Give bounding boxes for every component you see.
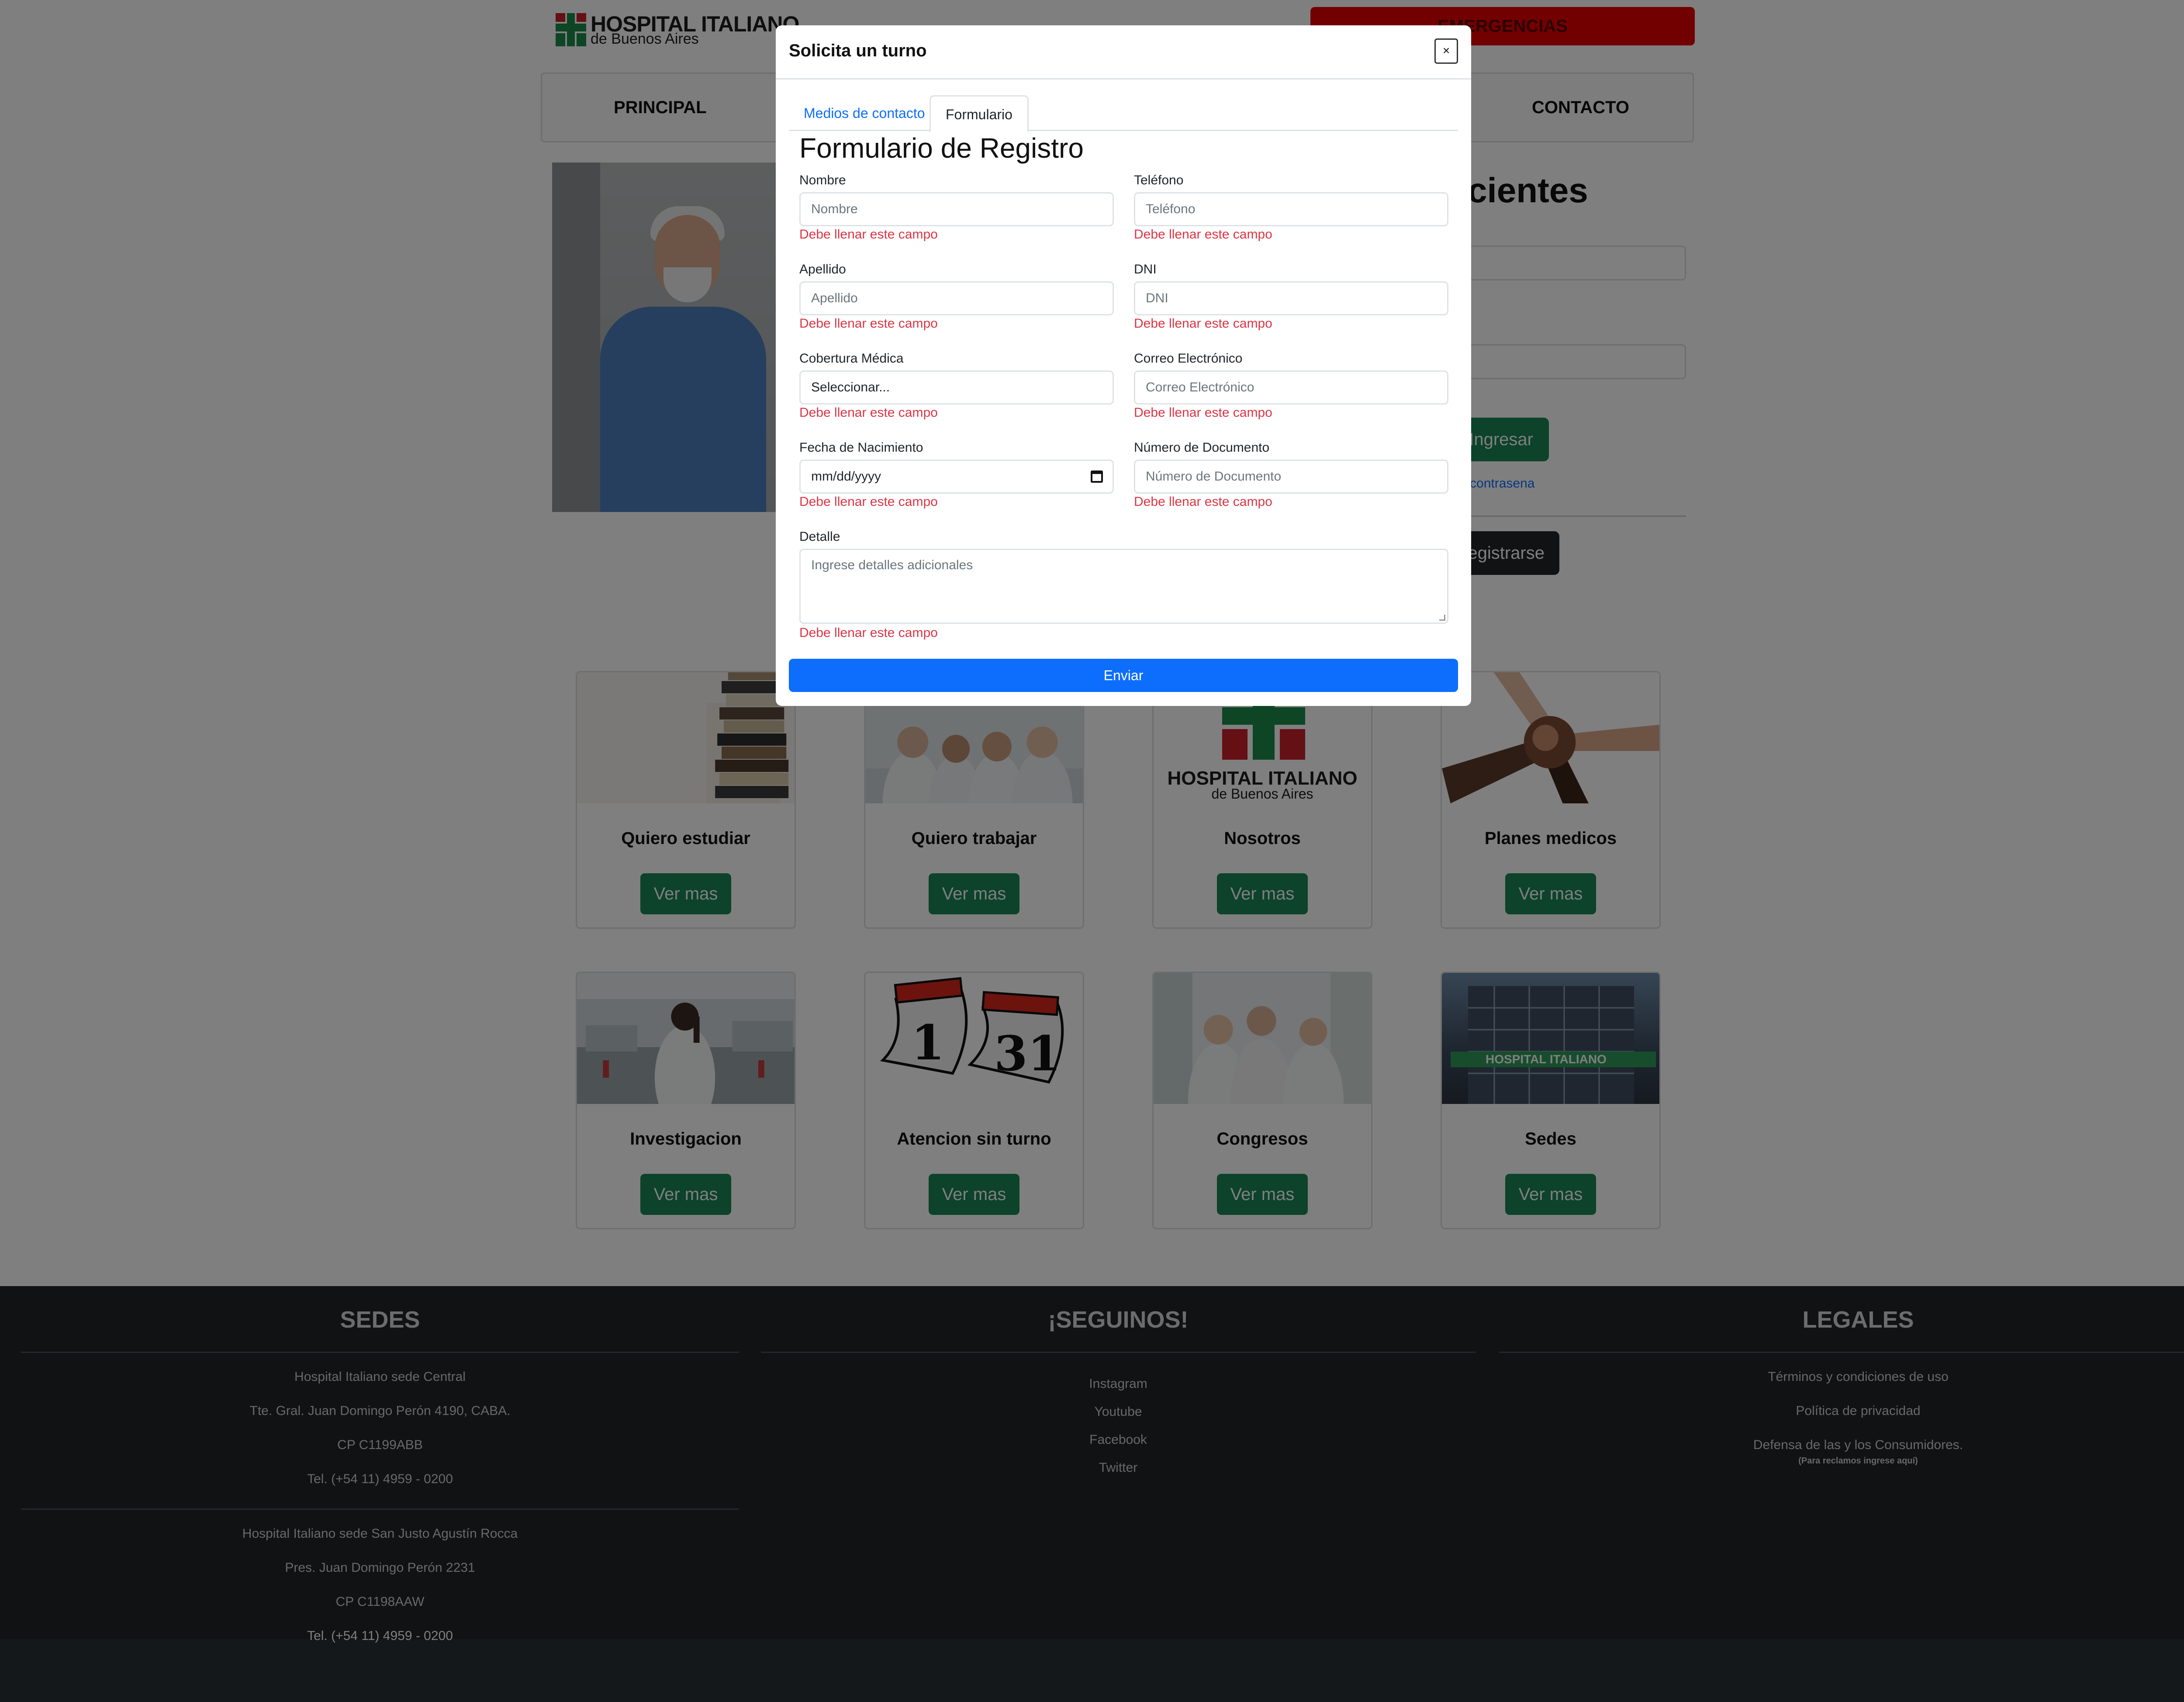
correo-input[interactable]: Correo Electrónico (1134, 370, 1448, 405)
apellido-label: Apellido (799, 262, 846, 277)
documento-label: Número de Documento (1134, 440, 1270, 455)
nacimiento-date-input[interactable]: mm/dd/yyyy (799, 460, 1114, 494)
dni-error: Debe llenar este campo (1134, 316, 1272, 331)
nacimiento-label: Fecha de Nacimiento (799, 440, 923, 455)
detalle-label: Detalle (799, 529, 840, 544)
dni-input[interactable]: DNI (1134, 281, 1448, 315)
correo-error: Debe llenar este campo (1134, 405, 1272, 420)
tab-medios-de-contacto[interactable]: Medios de contacto (789, 95, 940, 131)
nombre-label: Nombre (799, 173, 846, 187)
detalle-placeholder: Ingrese detalles adicionales (811, 558, 973, 572)
detalle-error: Debe llenar este campo (799, 626, 938, 640)
calendar-icon[interactable] (1091, 470, 1103, 483)
nacimiento-error: Debe llenar este campo (799, 495, 938, 509)
cobertura-select[interactable]: Seleccionar... (799, 370, 1114, 405)
apellido-input[interactable]: Apellido (799, 281, 1114, 315)
cobertura-error: Debe llenar este campo (799, 405, 938, 420)
telefono-input[interactable]: Teléfono (1134, 192, 1448, 226)
nombre-error: Debe llenar este campo (799, 227, 938, 242)
resize-handle-icon[interactable] (1439, 615, 1445, 621)
modal-title: Solicita un turno (789, 41, 927, 60)
apellido-error: Debe llenar este campo (799, 316, 938, 331)
nombre-input[interactable]: Nombre (799, 192, 1114, 226)
correo-label: Correo Electrónico (1134, 351, 1243, 366)
close-icon[interactable]: × (1434, 38, 1458, 64)
appointment-modal: Solicita un turno × Medios de contacto F… (776, 25, 1471, 706)
cobertura-label: Cobertura Médica (799, 351, 904, 366)
enviar-button[interactable]: Enviar (789, 659, 1458, 692)
documento-input[interactable]: Número de Documento (1134, 460, 1448, 494)
dni-label: DNI (1134, 262, 1157, 277)
documento-error: Debe llenar este campo (1134, 495, 1272, 509)
form-title: Formulario de Registro (799, 132, 1084, 164)
modal-header: Solicita un turno × (776, 25, 1471, 80)
telefono-error: Debe llenar este campo (1134, 227, 1272, 242)
telefono-label: Teléfono (1134, 173, 1184, 187)
nacimiento-date-value: mm/dd/yyyy (811, 469, 881, 484)
modal-tabs: Medios de contacto Formulario (789, 95, 1458, 132)
tab-formulario[interactable]: Formulario (930, 95, 1029, 132)
detalle-textarea[interactable]: Ingrese detalles adicionales (799, 549, 1448, 624)
